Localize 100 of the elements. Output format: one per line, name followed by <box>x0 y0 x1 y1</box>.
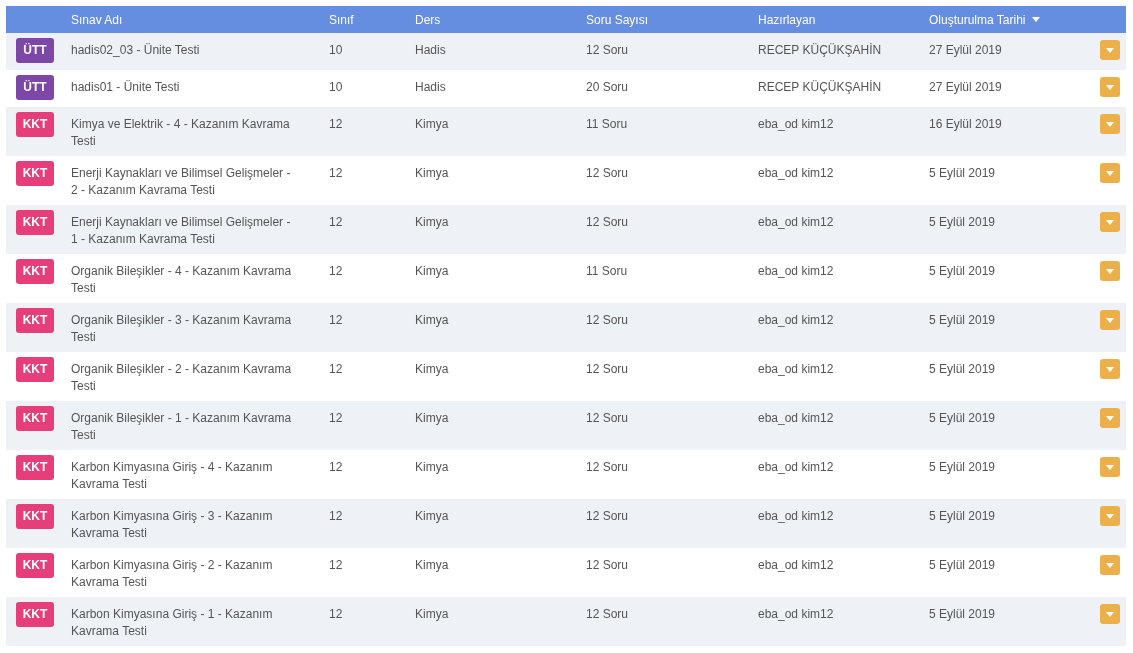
subject-cell-text: Kimya <box>415 459 450 476</box>
type-badge: KKT <box>16 161 54 186</box>
caret-icon <box>1106 513 1114 519</box>
caret-icon <box>1106 464 1114 470</box>
author-cell-text: eba_od kim12 <box>758 508 835 525</box>
subject-cell-text: Kimya <box>415 263 450 280</box>
caret-icon <box>1106 170 1114 176</box>
grade-cell-text: 12 <box>329 361 344 378</box>
row-menu-button[interactable] <box>1100 408 1120 428</box>
author-cell-text: eba_od kim12 <box>758 116 835 133</box>
date-cell-text: 27 Eylül 2019 <box>929 42 1003 59</box>
type-badge: ÜTT <box>16 38 54 63</box>
caret-icon <box>1106 47 1114 53</box>
question-count-cell-text: 20 Soru <box>586 79 630 96</box>
question-count-cell-text: 12 Soru <box>586 165 630 182</box>
row-menu-button[interactable] <box>1100 163 1120 183</box>
question-count-cell-text: 12 Soru <box>586 214 630 231</box>
exam-name: hadis01 - Ünite Testi <box>71 79 181 96</box>
question-count-cell-text: 12 Soru <box>586 606 630 623</box>
caret-icon <box>1106 268 1114 274</box>
grade-cell-text: 12 <box>329 459 344 476</box>
author-cell-text: eba_od kim12 <box>758 361 835 378</box>
grade-cell-text: 12 <box>329 165 344 182</box>
author-cell-text: RECEP KÜÇÜKŞAHİN <box>758 42 883 59</box>
type-badge: KKT <box>16 406 54 431</box>
column-header[interactable]: Ders <box>415 12 441 27</box>
exam-name: Karbon Kimyasına Giriş - 3 - Kazanım Kavrama Testi <box>71 508 274 542</box>
caret-icon <box>1106 366 1114 372</box>
subject-cell-text: Hadis <box>415 42 447 59</box>
row-menu-button[interactable] <box>1100 604 1120 624</box>
author-cell-text: RECEP KÜÇÜKŞAHİN <box>758 79 883 96</box>
type-badge: KKT <box>16 259 54 284</box>
exam-name: Organik Bileşikler - 3 - Kazanım Kavrama Testi <box>71 312 293 346</box>
author-cell-text: eba_od kim12 <box>758 312 835 329</box>
row-menu-button[interactable] <box>1100 310 1120 330</box>
subject-cell-text: Kimya <box>415 557 450 574</box>
question-count-cell-text: 12 Soru <box>586 557 630 574</box>
sort-caret-icon <box>1032 17 1041 22</box>
caret-icon <box>1106 562 1114 568</box>
row-menu-button[interactable] <box>1100 555 1120 575</box>
subject-cell-text: Kimya <box>415 508 450 525</box>
date-cell-text: 5 Eylül 2019 <box>929 606 997 623</box>
row-menu-button[interactable] <box>1100 261 1120 281</box>
date-cell-text: 16 Eylül 2019 <box>929 116 1003 133</box>
grade-cell-text: 12 <box>329 606 344 623</box>
exam-name: Kimya ve Elektrik - 4 - Kazanım Kavrama Testi <box>71 116 291 150</box>
question-count-cell-text: 12 Soru <box>586 459 630 476</box>
row-menu-button[interactable] <box>1100 40 1120 60</box>
exam-name: Enerji Kaynakları ve Bilimsel Gelişmeler - 2 - Kazanım Kavrama Testi <box>71 165 292 199</box>
caret-icon <box>1106 219 1114 225</box>
subject-cell-text: Kimya <box>415 312 450 329</box>
type-badge: KKT <box>16 112 54 137</box>
subject-cell-text: Kimya <box>415 606 450 623</box>
grade-cell-text: 12 <box>329 312 344 329</box>
caret-icon <box>1106 317 1114 323</box>
question-count-cell-text: 12 Soru <box>586 312 630 329</box>
type-badge: KKT <box>16 455 54 480</box>
date-cell-text: 5 Eylül 2019 <box>929 557 997 574</box>
caret-icon <box>1106 84 1114 90</box>
exam-name: Karbon Kimyasına Giriş - 2 - Kazanım Kavrama Testi <box>71 557 274 591</box>
row-menu-button[interactable] <box>1100 77 1120 97</box>
date-cell-text: 27 Eylül 2019 <box>929 79 1003 96</box>
exam-name: Enerji Kaynakları ve Bilimsel Gelişmeler - 1 - Kazanım Kavrama Testi <box>71 214 292 248</box>
type-badge: KKT <box>16 504 54 529</box>
subject-cell-text: Kimya <box>415 361 450 378</box>
column-header[interactable]: Sınav Adı <box>71 12 123 27</box>
question-count-cell-text: 12 Soru <box>586 42 630 59</box>
subject-cell-text: Hadis <box>415 79 447 96</box>
date-cell-text: 5 Eylül 2019 <box>929 165 997 182</box>
row-menu-button[interactable] <box>1100 457 1120 477</box>
author-cell-text: eba_od kim12 <box>758 606 835 623</box>
exam-name: Karbon Kimyasına Giriş - 4 - Kazanım Kavrama Testi <box>71 459 274 493</box>
author-cell-text: eba_od kim12 <box>758 263 835 280</box>
date-cell-text: 5 Eylül 2019 <box>929 508 997 525</box>
row-menu-button[interactable] <box>1100 506 1120 526</box>
column-header[interactable]: Sınıf <box>329 12 354 27</box>
row-menu-button[interactable] <box>1100 114 1120 134</box>
exam-name: Organik Bileşikler - 1 - Kazanım Kavrama Testi <box>71 410 293 444</box>
subject-cell-text: Kimya <box>415 214 450 231</box>
column-header[interactable]: Hazırlayan <box>758 12 816 27</box>
column-header[interactable]: Oluşturulma Tarihi <box>929 12 1026 27</box>
type-badge: ÜTT <box>16 75 54 100</box>
date-cell-text: 5 Eylül 2019 <box>929 361 997 378</box>
exam-name: hadis02_03 - Ünite Testi <box>71 42 201 59</box>
author-cell-text: eba_od kim12 <box>758 410 835 427</box>
question-count-cell-text: 12 Soru <box>586 410 630 427</box>
grade-cell-text: 12 <box>329 508 344 525</box>
row-menu-button[interactable] <box>1100 212 1120 232</box>
row-menu-button[interactable] <box>1100 359 1120 379</box>
question-count-cell-text: 12 Soru <box>586 508 630 525</box>
grade-cell-text: 12 <box>329 410 344 427</box>
subject-cell-text: Kimya <box>415 165 450 182</box>
author-cell-text: eba_od kim12 <box>758 459 835 476</box>
caret-icon <box>1106 611 1114 617</box>
grade-cell-text: 10 <box>329 42 344 59</box>
column-header[interactable]: Soru Sayısı <box>586 12 649 27</box>
grade-cell-text: 12 <box>329 214 344 231</box>
exam-name: Organik Bileşikler - 4 - Kazanım Kavrama Testi <box>71 263 293 297</box>
exam-name: Organik Bileşikler - 2 - Kazanım Kavrama Testi <box>71 361 293 395</box>
type-badge: KKT <box>16 308 54 333</box>
